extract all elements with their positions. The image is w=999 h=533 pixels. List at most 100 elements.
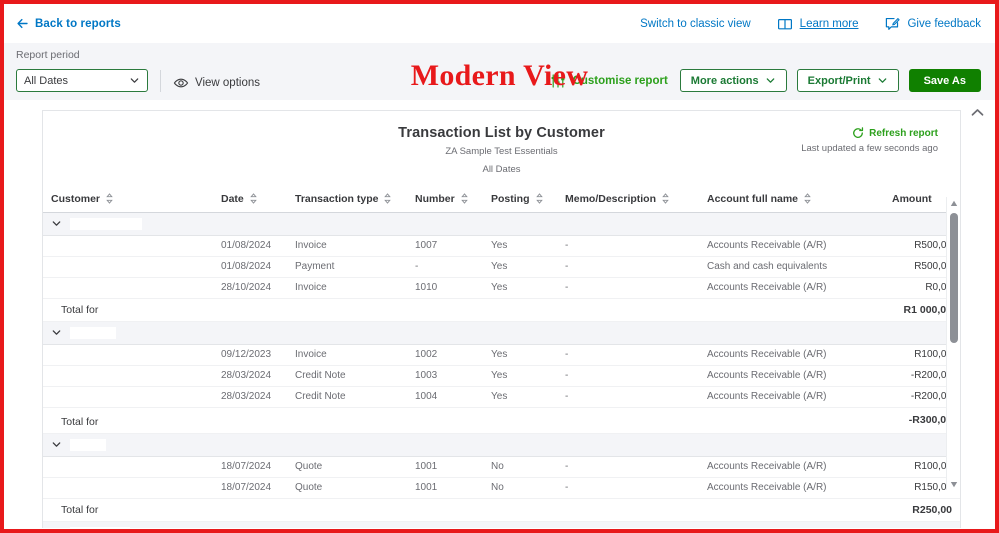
refresh-report-button[interactable]: Refresh report <box>801 127 938 139</box>
table-row[interactable]: 01/08/2024 Invoice 1007 Yes - Accounts Receiv… <box>43 235 960 257</box>
column-label: Customer <box>51 192 101 205</box>
customer-group-row[interactable] <box>43 320 960 345</box>
table-row[interactable]: 18/07/2024 Quote 1001 No - Accounts Receivabl… <box>43 456 960 478</box>
customise-report-button[interactable]: Customise report <box>550 73 668 89</box>
eye-icon <box>173 78 189 88</box>
cell-posting: Yes <box>491 235 565 257</box>
cell-account: Accounts Receivable (A/R) <box>707 456 892 478</box>
feedback-pencil-icon <box>886 17 901 30</box>
cell-type: Invoice <box>295 344 415 366</box>
column-header-number[interactable]: Number <box>415 186 491 213</box>
cell-posting: Yes <box>491 386 565 408</box>
top-bar-actions: Switch to classic view Learn more Give f… <box>640 16 981 32</box>
cell-type: Quote <box>295 477 415 499</box>
scroll-up-button[interactable] <box>950 197 958 209</box>
scrollbar-thumb[interactable] <box>950 213 958 343</box>
cell-customer <box>43 456 221 478</box>
sort-icon <box>535 193 543 204</box>
table-row[interactable]: 18/07/2024 Quote 1001 No - Accounts Receivabl… <box>43 477 960 499</box>
column-header-memo[interactable]: Memo/Description <box>565 186 707 213</box>
collapse-panel-button[interactable] <box>967 102 987 122</box>
report-body: Transaction List by Customer ZA Sample T… <box>4 100 995 529</box>
cell-customer <box>43 365 221 387</box>
customer-name-redacted <box>70 326 116 339</box>
column-header-account-full-name[interactable]: Account full name <box>707 186 892 213</box>
top-navigation-bar: Back to reports Switch to classic view L… <box>4 4 995 43</box>
customer-group-row[interactable] <box>43 211 960 236</box>
column-label: Posting <box>491 192 530 205</box>
back-to-reports-link[interactable]: Back to reports <box>16 17 121 30</box>
report-period-value: All Dates <box>24 74 69 87</box>
table-row[interactable]: 09/12/2023 Invoice 1002 Yes - Accounts Receiv… <box>43 344 960 366</box>
chevron-down-icon[interactable] <box>51 527 62 528</box>
scrollbar-track[interactable] <box>947 209 960 478</box>
export-print-label: Export/Print <box>807 74 871 87</box>
customer-group-cell[interactable] <box>43 432 960 457</box>
cell-type: Payment <box>295 256 415 278</box>
cell-date: 18/07/2024 <box>221 477 295 499</box>
column-label: Amount <box>892 192 932 205</box>
customer-group-row[interactable] <box>43 432 960 457</box>
switch-to-classic-view-label: Switch to classic view <box>640 17 751 30</box>
cell-memo: - <box>565 477 707 499</box>
table-row[interactable]: 28/10/2024 Invoice 1010 Yes - Accounts Receiv… <box>43 277 960 299</box>
table-row[interactable]: 01/08/2024 Payment - Yes - Cash and cash equi… <box>43 256 960 278</box>
report-controls-bar: Report period All Dates View options Cus… <box>4 43 995 100</box>
cell-type: Quote <box>295 456 415 478</box>
more-actions-label: More actions <box>690 74 759 87</box>
last-updated-text: Last updated a few seconds ago <box>801 143 938 154</box>
cell-memo: - <box>565 386 707 408</box>
column-header-date[interactable]: Date <box>221 186 295 213</box>
vertical-scrollbar[interactable] <box>946 197 960 490</box>
group-total-row: Total for R1 000,00 <box>43 297 960 322</box>
chevron-down-icon[interactable] <box>51 327 62 338</box>
table-row[interactable]: 28/03/2024 Credit Note 1003 Yes - Accounts Re… <box>43 365 960 387</box>
learn-more-label: Learn more <box>799 17 859 30</box>
report-period-label: Report period <box>16 49 80 61</box>
customer-name-redacted <box>103 412 132 425</box>
refresh-icon <box>853 127 864 138</box>
column-header-transaction-type[interactable]: Transaction type <box>295 186 415 213</box>
cell-account: Accounts Receivable (A/R) <box>707 477 892 499</box>
export-print-button[interactable]: Export/Print <box>796 69 899 92</box>
cell-posting: No <box>491 456 565 478</box>
cell-posting: Yes <box>491 277 565 299</box>
save-as-button[interactable]: Save As <box>908 69 981 92</box>
customer-group-cell[interactable] <box>43 320 960 345</box>
controls-divider <box>160 70 161 92</box>
report-period-select[interactable]: All Dates <box>16 69 148 92</box>
cell-number: 1001 <box>415 456 491 478</box>
chevron-down-icon <box>878 78 886 83</box>
customer-name-redacted <box>70 217 142 230</box>
sort-icon <box>384 193 392 204</box>
cell-memo: - <box>565 256 707 278</box>
customer-group-row[interactable] <box>43 520 960 528</box>
report-actions: Customise report More actions Export/Pri… <box>550 69 981 100</box>
table-header-row: Customer Date Transaction type Number Po… <box>43 186 960 213</box>
chevron-up-icon <box>971 108 983 116</box>
chevron-down-icon <box>766 78 774 83</box>
view-options-button[interactable]: View options <box>173 75 260 100</box>
customer-group-cell[interactable] <box>43 211 960 236</box>
chevron-down-icon[interactable] <box>51 439 62 450</box>
learn-more-link[interactable]: Learn more <box>777 16 859 32</box>
cell-type: Invoice <box>295 235 415 257</box>
sort-icon <box>249 193 257 204</box>
chevron-down-icon[interactable] <box>51 218 62 229</box>
cell-type: Invoice <box>295 277 415 299</box>
more-actions-button[interactable]: More actions <box>679 69 787 92</box>
switch-to-classic-view-link[interactable]: Switch to classic view <box>640 18 751 30</box>
column-header-posting[interactable]: Posting <box>491 186 565 213</box>
table-row[interactable]: 28/03/2024 Credit Note 1004 Yes - Accounts Re… <box>43 386 960 408</box>
sort-icon <box>106 193 113 204</box>
column-header-customer[interactable]: Customer <box>43 186 221 213</box>
cell-customer <box>43 235 221 257</box>
cell-type: Credit Note <box>295 386 415 408</box>
give-feedback-link[interactable]: Give feedback <box>884 16 981 32</box>
cell-date: 28/10/2024 <box>221 277 295 299</box>
customer-group-cell[interactable] <box>43 520 960 528</box>
give-feedback-label: Give feedback <box>907 17 981 30</box>
column-label: Account full name <box>707 192 799 205</box>
view-options-label: View options <box>195 77 260 89</box>
scroll-down-button[interactable] <box>950 478 958 490</box>
